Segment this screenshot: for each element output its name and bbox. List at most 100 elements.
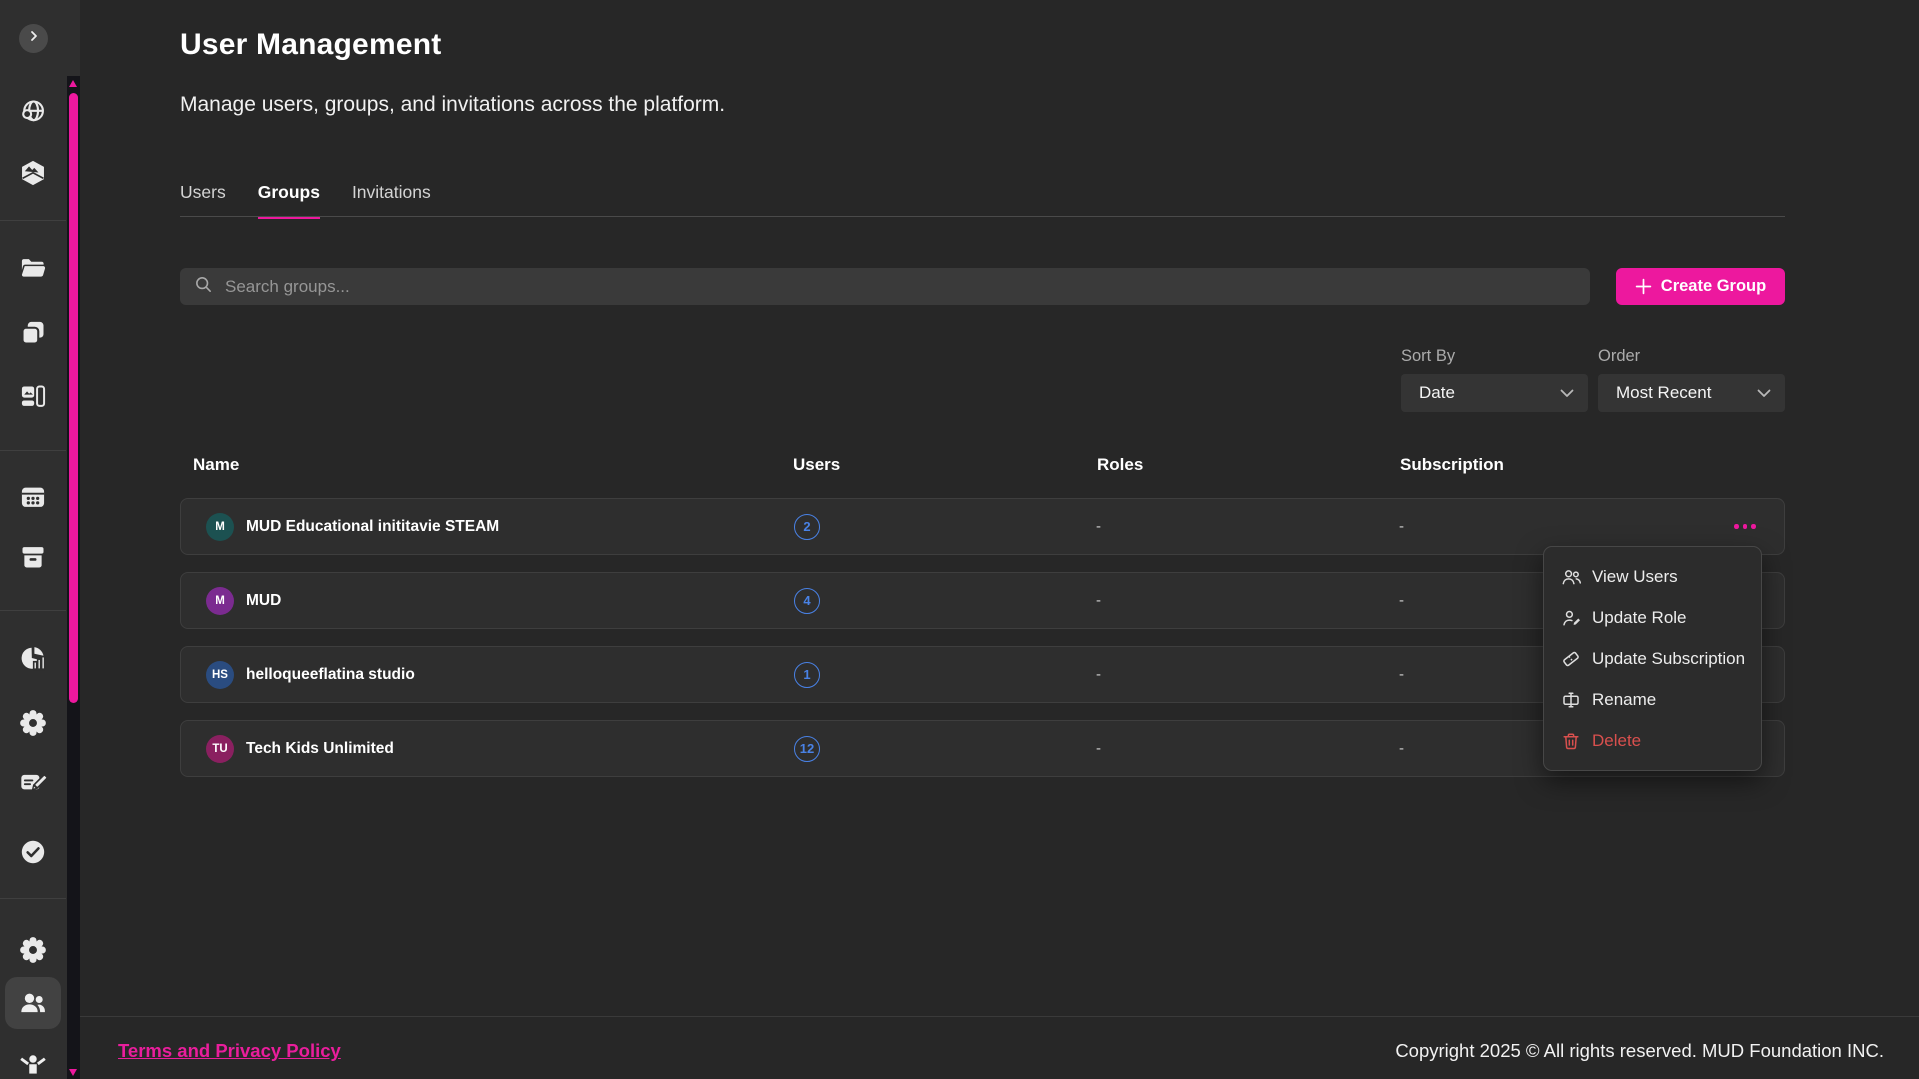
menu-item-label: Update Subscription xyxy=(1592,649,1745,669)
group-avatar: TU xyxy=(206,735,234,763)
menu-item-update-subscription[interactable]: Update Subscription xyxy=(1544,638,1761,679)
subscription-value: - xyxy=(1399,518,1404,535)
scrollbar-up-arrow-icon[interactable] xyxy=(69,80,77,87)
sidebar-scrollbar[interactable] xyxy=(67,76,80,1079)
roles-value: - xyxy=(1096,740,1101,757)
tab-invitations[interactable]: Invitations xyxy=(352,182,431,219)
sidebar-divider xyxy=(0,450,66,451)
user-pencil-icon xyxy=(1561,608,1581,628)
app-window: User Management Manage users, groups, an… xyxy=(0,0,1919,1079)
gear-icon xyxy=(19,709,47,737)
terms-privacy-link[interactable]: Terms and Privacy Policy xyxy=(118,1040,341,1062)
group-avatar: M xyxy=(206,587,234,615)
sidebar-divider xyxy=(0,220,66,221)
sidebar-item-layouts[interactable] xyxy=(19,383,47,411)
users-icon xyxy=(19,989,47,1017)
search-icon xyxy=(180,275,213,299)
page-title: User Management xyxy=(180,28,441,62)
sidebar-item-files[interactable] xyxy=(19,254,47,282)
roles-value: - xyxy=(1096,518,1101,535)
menu-item-view-users[interactable]: View Users xyxy=(1544,556,1761,597)
create-group-label: Create Group xyxy=(1661,277,1766,296)
tabs-divider xyxy=(180,216,1785,217)
page-subtitle: Manage users, groups, and invitations ac… xyxy=(180,93,725,117)
asset-cube-icon xyxy=(19,159,47,187)
copy-pages-icon xyxy=(19,319,47,347)
analytics-pie-icon xyxy=(19,644,47,672)
group-avatar: HS xyxy=(206,661,234,689)
order-select[interactable]: Most Recent xyxy=(1598,374,1785,412)
gear-icon xyxy=(19,936,47,964)
roles-value: - xyxy=(1096,592,1101,609)
create-group-button[interactable]: Create Group xyxy=(1616,268,1785,305)
tab-groups[interactable]: Groups xyxy=(258,182,320,219)
copyright-text: Copyright 2025 © All rights reserved. MU… xyxy=(1395,1040,1884,1062)
chevron-down-icon xyxy=(1560,389,1574,398)
user-count-badge: 4 xyxy=(794,588,820,614)
calendar-icon xyxy=(19,483,47,511)
menu-item-update-role[interactable]: Update Role xyxy=(1544,597,1761,638)
menu-item-label: Update Role xyxy=(1592,608,1687,628)
footer-divider xyxy=(80,1016,1919,1017)
archive-box-icon xyxy=(19,543,47,571)
user-count-badge: 1 xyxy=(794,662,820,688)
sidebar-expand-button[interactable] xyxy=(19,24,48,53)
scrollbar-thumb[interactable] xyxy=(69,93,78,703)
user-count-badge: 2 xyxy=(794,514,820,540)
sidebar-item-projects[interactable] xyxy=(19,319,47,347)
ticket-icon xyxy=(1561,649,1581,669)
check-circle-icon xyxy=(19,838,47,866)
order-value: Most Recent xyxy=(1616,383,1711,403)
roles-value: - xyxy=(1096,666,1101,683)
sidebar-divider xyxy=(0,610,66,611)
plus-icon xyxy=(1635,278,1652,295)
menu-item-label: Rename xyxy=(1592,690,1656,710)
subscription-value: - xyxy=(1399,592,1404,609)
subscription-value: - xyxy=(1399,740,1404,757)
chevron-down-icon xyxy=(1757,389,1771,398)
menu-item-delete[interactable]: Delete xyxy=(1544,720,1761,761)
column-header-subscription: Subscription xyxy=(1400,455,1504,475)
order-label: Order xyxy=(1598,347,1640,366)
menu-item-label: Delete xyxy=(1592,731,1641,751)
menu-item-label: View Users xyxy=(1592,567,1678,587)
rename-icon xyxy=(1561,690,1581,710)
row-context-menu: View Users Update Role Update Subs xyxy=(1543,546,1762,771)
sidebar-item-community[interactable] xyxy=(19,1052,47,1079)
menu-item-rename[interactable]: Rename xyxy=(1544,679,1761,720)
sidebar-item-config[interactable] xyxy=(19,709,47,737)
sidebar-item-approvals[interactable] xyxy=(19,838,47,866)
sidebar-item-explore[interactable] xyxy=(19,98,47,126)
sidebar-item-user-management[interactable] xyxy=(19,989,47,1017)
chevron-right-icon xyxy=(27,29,41,48)
sort-by-label: Sort By xyxy=(1401,347,1455,366)
user-count-badge: 12 xyxy=(794,736,820,762)
sidebar-item-calendar[interactable] xyxy=(19,483,47,511)
group-name: MUD Educational inititavie STEAM xyxy=(246,518,499,536)
group-name: MUD xyxy=(246,592,281,610)
subscription-value: - xyxy=(1399,666,1404,683)
group-avatar: M xyxy=(206,513,234,541)
sidebar-item-analytics[interactable] xyxy=(19,644,47,672)
column-header-roles: Roles xyxy=(1097,455,1143,475)
sidebar-item-assets[interactable] xyxy=(19,159,47,187)
sidebar-item-messages[interactable] xyxy=(19,769,47,797)
sidebar-item-settings[interactable] xyxy=(19,936,47,964)
message-edit-icon xyxy=(19,769,47,797)
users-icon xyxy=(1561,567,1581,587)
trash-icon xyxy=(1561,731,1581,751)
tab-users[interactable]: Users xyxy=(180,182,226,219)
scrollbar-down-arrow-icon[interactable] xyxy=(69,1069,77,1076)
person-celebrate-icon xyxy=(19,1052,47,1079)
search-groups-input[interactable] xyxy=(223,276,1590,298)
sort-by-select[interactable]: Date xyxy=(1401,374,1588,412)
sidebar xyxy=(0,0,80,1079)
sidebar-divider xyxy=(0,898,66,899)
sidebar-item-archive[interactable] xyxy=(19,543,47,571)
folder-open-icon xyxy=(19,254,47,282)
row-actions-ellipsis-icon[interactable] xyxy=(1732,518,1758,535)
column-header-users: Users xyxy=(793,455,840,475)
table-row[interactable]: M MUD Educational inititavie STEAM 2 - - xyxy=(180,498,1785,555)
column-header-name: Name xyxy=(193,455,239,475)
tab-bar: Users Groups Invitations xyxy=(180,182,431,219)
